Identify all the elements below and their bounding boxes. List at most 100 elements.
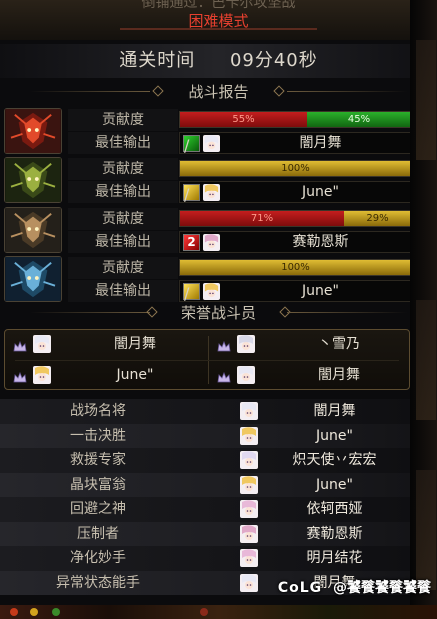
skill-icon: /: [183, 184, 200, 204]
contribution-bar: 100%: [179, 160, 412, 177]
award-title: 一击决胜: [70, 427, 126, 444]
player-row: 贡献度 100% 最佳输出 / June": [4, 256, 412, 304]
avatar: [203, 234, 220, 251]
honor-member-name: June": [116, 367, 154, 383]
award-player-name: 赛勒恩斯: [306, 525, 363, 542]
dark-dragon-portrait-icon: [4, 207, 62, 253]
award-player-name: 依轲西娅: [306, 501, 363, 517]
avatar: [240, 451, 258, 469]
diamond-ornament-icon: [146, 306, 158, 318]
award-player-name: 炽天使丷宏宏: [292, 452, 377, 468]
diamond-ornament-icon: [279, 306, 291, 318]
honor-header: 荣誉战斗员: [0, 301, 437, 325]
avatar: [33, 366, 51, 384]
contribution-segment: 71%: [180, 211, 344, 226]
avatar: [203, 283, 220, 300]
contribution-bar: 100%: [179, 259, 412, 276]
best-output-label: 最佳输出: [68, 231, 178, 253]
battle-report-title: 战斗报告: [188, 83, 249, 101]
raid-title-banner: 倒铺通过：巴卡尔攻坚战 困难模式: [0, 0, 437, 40]
ice-dragon-portrait-icon: [4, 256, 62, 302]
mode-underline: [120, 28, 317, 30]
battle-report-header: 战斗报告: [0, 80, 437, 104]
contribution-segment: 29%: [344, 211, 411, 226]
skill-icon: /: [183, 135, 200, 155]
best-output-box: / June": [179, 181, 412, 204]
clear-time-value: 09分40秒: [229, 50, 318, 71]
earth-dragon-portrait-icon: [4, 157, 62, 203]
watermark: CoLG @饕餮饕餮饕餮: [278, 577, 431, 599]
best-output-label: 最佳输出: [68, 132, 178, 154]
best-output-player-name: June": [302, 184, 339, 200]
contribution-label: 贡献度: [68, 158, 178, 180]
clear-time-label: 通关时间: [119, 50, 196, 71]
contribution-bar: 71% 29%: [179, 210, 412, 227]
diamond-ornament-icon: [273, 85, 285, 97]
avatar: [240, 402, 258, 420]
avatar: [33, 335, 51, 353]
honor-title: 荣誉战斗员: [180, 304, 256, 322]
award-title: 晶块富翁: [70, 476, 126, 493]
award-title: 回避之神: [70, 501, 126, 517]
honor-member: June": [5, 363, 205, 388]
best-output-label: 最佳输出: [68, 181, 178, 203]
contribution-label: 贡献度: [68, 257, 178, 279]
award-row: 回避之神 依轲西娅: [0, 497, 410, 522]
best-output-label: 最佳输出: [68, 280, 178, 302]
award-row: 晶块富翁 June": [0, 472, 410, 497]
best-output-player-name: 闇月舞: [299, 135, 342, 151]
contribution-segment: 55%: [180, 112, 308, 127]
avatar: [203, 184, 220, 201]
honor-member: 闇月舞: [209, 363, 409, 388]
award-row: 净化妙手 明月结花: [0, 546, 410, 571]
award-title: 异常状态能手: [56, 574, 140, 591]
contribution-label: 贡献度: [68, 109, 178, 131]
skill-icon: /: [183, 283, 200, 303]
award-title: 救援专家: [70, 452, 126, 468]
honor-member: 闇月舞: [5, 332, 205, 357]
player-row: 贡献度 55% 45% 最佳输出 / 闇月舞: [4, 108, 412, 156]
contribution-label: 贡献度: [68, 208, 178, 230]
avatar: [240, 475, 258, 494]
honor-members-panel: 闇月舞 丶雪乃 June" 闇月舞: [4, 329, 410, 390]
colg-logo: CoLG: [277, 580, 323, 596]
contribution-segment: 45%: [307, 112, 411, 127]
player-row: 贡献度 71% 29% 最佳输出 2 赛勒恩斯: [4, 207, 412, 255]
clear-time-bar: 通关时间 09分40秒: [0, 44, 437, 78]
best-output-player-name: June": [302, 283, 339, 299]
avatar: [240, 524, 258, 543]
award-player-name: 闇月舞: [313, 403, 356, 419]
awards-list: 战场名将 闇月舞一击决胜 June" 救援专家 炽天使丷宏宏晶块富翁 June" 回避之神 依…: [0, 399, 437, 595]
avatar: [237, 335, 255, 353]
watermark-user: @饕餮饕餮饕餮: [333, 580, 431, 596]
award-row: 压制者 赛勒恩斯: [0, 521, 410, 546]
honor-member-name: 闇月舞: [114, 336, 156, 352]
avatar: [240, 549, 258, 567]
player-row: 贡献度 100% 最佳输出 / June": [4, 157, 412, 205]
award-title: 压制者: [77, 525, 119, 542]
contribution-segment: 100%: [180, 260, 411, 275]
award-player-name: June": [316, 476, 353, 493]
diamond-ornament-icon: [152, 85, 164, 97]
award-row: 战场名将 闇月舞: [0, 399, 410, 424]
crown-medal-icon: [13, 338, 27, 352]
skill-icon: 2: [183, 234, 200, 251]
best-output-box: 2 赛勒恩斯: [179, 231, 412, 253]
side-background: [410, 0, 437, 619]
award-player-name: June": [316, 427, 353, 444]
avatar: [240, 426, 258, 445]
avatar: [237, 366, 255, 384]
avatar: [240, 500, 258, 518]
award-title: 净化妙手: [70, 550, 126, 566]
honor-member-name: 丶雪乃: [318, 336, 360, 352]
crown-medal-icon: [217, 369, 231, 383]
contribution-bar: 55% 45%: [179, 111, 412, 128]
best-output-player-name: 赛勒恩斯: [292, 234, 349, 250]
contribution-segment: 100%: [180, 161, 411, 176]
avatar: [203, 135, 220, 152]
award-player-name: 明月结花: [306, 550, 363, 566]
award-row: 救援专家 炽天使丷宏宏: [0, 448, 410, 473]
fire-dragon-portrait-icon: [4, 108, 62, 154]
crown-medal-icon: [217, 338, 231, 352]
award-title: 战场名将: [70, 403, 126, 419]
